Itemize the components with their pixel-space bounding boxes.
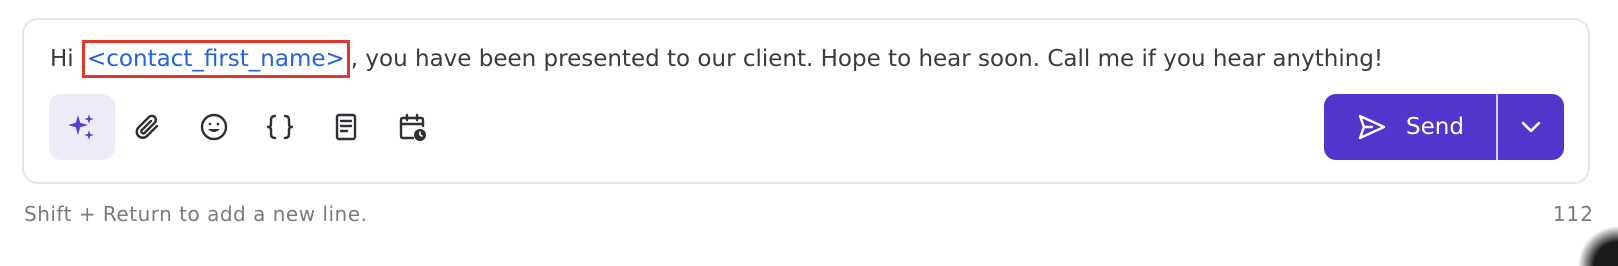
braces-icon <box>266 114 294 140</box>
schedule-button[interactable] <box>379 94 445 160</box>
send-button-group: Send <box>1324 94 1564 160</box>
message-input[interactable]: Hi <contact_first_name>, you have been p… <box>50 40 1564 78</box>
send-button[interactable]: Send <box>1324 94 1496 160</box>
message-prefix: Hi <box>50 46 81 72</box>
message-composer: Hi <contact_first_name>, you have been p… <box>22 18 1590 184</box>
template-button[interactable] <box>313 94 379 160</box>
insert-variable-button[interactable] <box>247 94 313 160</box>
emoji-button[interactable] <box>181 94 247 160</box>
window-corner <box>1558 206 1618 266</box>
chevron-down-icon <box>1521 121 1541 133</box>
sparkles-icon <box>68 114 94 140</box>
paperclip-icon <box>135 114 159 139</box>
send-divider <box>1496 94 1498 160</box>
message-suffix: , you have been presented to our client.… <box>350 46 1384 72</box>
document-icon <box>335 113 357 141</box>
attach-button[interactable] <box>115 94 181 160</box>
newline-hint: Shift + Return to add a new line. <box>24 202 368 226</box>
send-icon <box>1358 114 1386 140</box>
composer-toolbar <box>49 94 445 160</box>
send-options-dropdown[interactable] <box>1498 94 1564 160</box>
calendar-clock-icon <box>399 113 426 141</box>
emoji-icon <box>200 113 228 141</box>
contact-first-name-token[interactable]: <contact_first_name> <box>82 40 350 78</box>
send-label: Send <box>1406 114 1464 140</box>
ai-assist-button[interactable] <box>49 94 115 160</box>
